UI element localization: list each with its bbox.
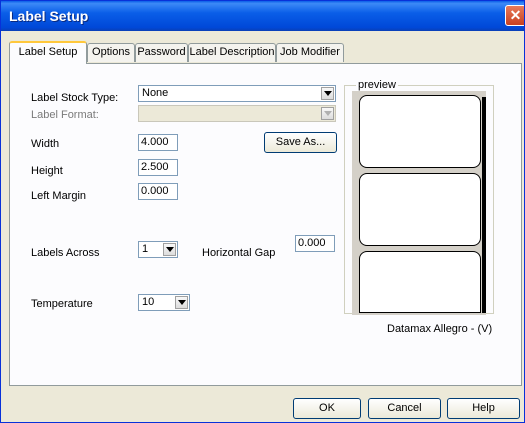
left-margin-field[interactable]: 0.000 [138,183,178,200]
width-field[interactable]: 4.000 [138,134,178,151]
labels-across-value: 1 [142,243,149,255]
preview-label-2 [359,173,481,246]
tab-label: Password [137,46,186,58]
tab-label-description[interactable]: Label Description [188,43,276,62]
printer-name: Datamax Allegro - (V) [387,323,493,335]
label-liner-edge [482,97,486,313]
label-format-dropdown[interactable] [138,105,336,122]
chevron-down-icon[interactable] [321,107,334,120]
close-button[interactable]: ✕ [505,5,524,26]
horizontal-gap-field[interactable]: 0.000 [295,235,335,252]
temperature-value: 10 [142,296,155,308]
chevron-down-icon[interactable] [321,87,334,100]
preview-caption: preview [356,79,398,91]
tab-label: Job Modifier [280,46,340,58]
horizontal-gap-label: Horizontal Gap [202,247,276,259]
label-setup-dialog: Label Setup ✕ Label Setup Options Passwo… [0,0,525,423]
width-label: Width [31,138,60,150]
tab-job-modifier[interactable]: Job Modifier [276,43,344,62]
tab-label: Label Description [189,46,275,58]
close-icon: ✕ [509,7,522,23]
temperature-label: Temperature [31,298,93,310]
tab-password[interactable]: Password [135,43,188,62]
cancel-button[interactable]: Cancel [368,398,441,419]
preview-label-3 [359,251,481,313]
tab-label-setup[interactable]: Label Setup [9,41,87,64]
label-stock-type-label: Label Stock Type: [31,92,119,104]
label-stock-type-value: None [142,87,169,99]
ok-button[interactable]: OK [293,398,361,419]
title-bar[interactable]: Label Setup ✕ [1,1,524,31]
tab-options[interactable]: Options [87,43,135,62]
left-margin-label: Left Margin [31,190,87,202]
preview-label-1 [359,95,481,168]
label-format-label: Label Format: [31,109,99,121]
save-as-button[interactable]: Save As... [264,132,337,153]
help-button[interactable]: Help [447,398,520,419]
label-stock-type-dropdown[interactable]: None [138,85,336,102]
labels-across-label: Labels Across [31,247,100,259]
tab-label: Options [92,46,130,58]
window-title: Label Setup [9,8,89,24]
chevron-down-icon[interactable] [163,243,176,256]
labels-across-dropdown[interactable]: 1 [138,241,178,258]
tab-label: Label Setup [18,46,78,58]
temperature-dropdown[interactable]: 10 [138,294,190,311]
height-field[interactable]: 2.500 [138,159,178,176]
height-label: Height [31,165,63,177]
chevron-down-icon[interactable] [175,296,188,309]
